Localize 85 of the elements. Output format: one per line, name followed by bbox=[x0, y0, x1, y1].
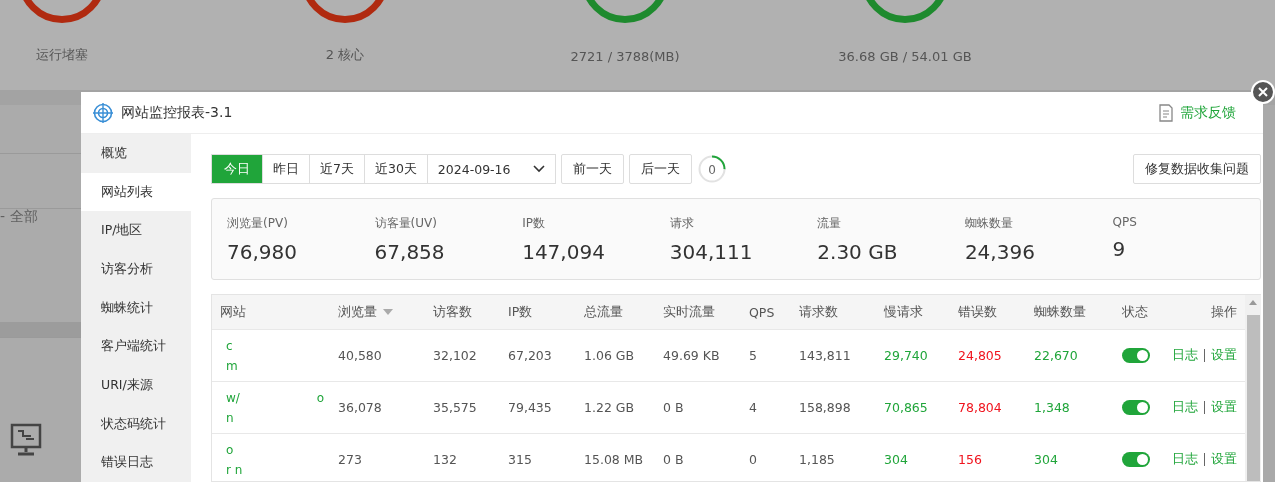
stat-label: IP数 bbox=[522, 215, 546, 232]
stat-value: 76,980 bbox=[227, 240, 298, 264]
table-cell-text: 29,740 bbox=[883, 348, 929, 364]
status-toggle[interactable] bbox=[1122, 348, 1150, 364]
sidebar-item[interactable]: IP/地区 bbox=[81, 211, 191, 250]
next-day-button[interactable]: 后一天 bbox=[628, 154, 692, 184]
sidebar-item[interactable]: 状态码统计 bbox=[81, 404, 191, 444]
table-cell-text: 5 bbox=[748, 348, 758, 364]
table-cell-text: 15.08 MB bbox=[583, 452, 645, 468]
status-toggle[interactable] bbox=[1122, 452, 1150, 468]
table-cell-text: 32,102 bbox=[432, 348, 478, 364]
sort-caret-icon[interactable] bbox=[383, 309, 393, 316]
table-cell-text: 0 B bbox=[662, 400, 685, 416]
column-header[interactable]: 网站 bbox=[212, 303, 330, 321]
dialog-title: 网站监控报表-3.1 bbox=[121, 103, 234, 122]
column-header[interactable]: 浏览量 bbox=[330, 303, 425, 321]
close-icon[interactable] bbox=[1251, 80, 1275, 104]
previous-day-button[interactable]: 前一天 bbox=[560, 154, 624, 184]
refresh-countdown[interactable]: 0 bbox=[697, 155, 726, 183]
stat-value: 24,396 bbox=[964, 240, 1036, 264]
table-cell-text: 22,670 bbox=[1033, 348, 1079, 364]
scrollbar[interactable] bbox=[1245, 295, 1261, 481]
sidebar-item[interactable]: 概览 bbox=[81, 134, 191, 173]
sidebar-item[interactable]: 访客分析 bbox=[81, 250, 191, 289]
table-cell-text: 1.06 GB bbox=[583, 348, 636, 364]
table-cell-text: 315 bbox=[507, 452, 533, 468]
gauge-label: 运行堵塞 bbox=[36, 46, 88, 64]
table-cell-text: 156 bbox=[957, 452, 983, 468]
table-cell-text: 78,804 bbox=[957, 400, 1003, 416]
stat-value: 9 bbox=[1112, 237, 1127, 261]
column-header[interactable]: 慢请求 bbox=[876, 303, 950, 321]
table-cell-text: 67,203 bbox=[507, 348, 553, 364]
stat-value: 67,858 bbox=[374, 240, 446, 264]
column-header[interactable]: 实时流量 bbox=[655, 303, 741, 321]
table-cell-text: 4 bbox=[748, 400, 758, 416]
column-header[interactable]: 操作 bbox=[1158, 303, 1245, 321]
sidebar-item[interactable]: 错误日志 bbox=[81, 443, 191, 482]
radar-logo-icon bbox=[93, 102, 113, 123]
table-cell-text: 143,811 bbox=[798, 348, 852, 364]
column-header[interactable]: 请求数 bbox=[791, 303, 876, 321]
table-cell-text: 158,898 bbox=[798, 400, 852, 416]
gauge-label: 2721 / 3788(MB) bbox=[570, 49, 680, 64]
table-cell-text: 1.22 GB bbox=[583, 400, 636, 416]
table-cell-text: 1,348 bbox=[1033, 400, 1071, 416]
table-cell-text: 49.69 KB bbox=[662, 348, 721, 364]
stat-label: 访客量(UV) bbox=[374, 215, 438, 232]
table-cell-text: 304 bbox=[883, 452, 909, 468]
table-cell-text: 304 bbox=[1033, 452, 1059, 468]
column-header[interactable]: IP数 bbox=[500, 303, 576, 321]
stat-value: 2.30 GB bbox=[817, 240, 899, 264]
table-cell-text: 273 bbox=[337, 452, 363, 468]
sidebar-item[interactable]: 客户端统计 bbox=[81, 327, 191, 367]
fix-data-button[interactable]: 修复数据收集问题 bbox=[1133, 154, 1261, 184]
table-cell-text: 24,805 bbox=[957, 348, 1003, 364]
document-edit-icon bbox=[1158, 103, 1174, 122]
table-cell-text: 0 bbox=[748, 452, 758, 468]
stat-label: QPS bbox=[1112, 215, 1138, 229]
stat-value: 304,111 bbox=[669, 240, 754, 264]
stat-label: 流量 bbox=[817, 215, 843, 232]
stat-label: 蜘蛛数量 bbox=[964, 215, 1014, 232]
table-cell-text: 0 B bbox=[662, 452, 685, 468]
table-cell-text: 40,580 bbox=[337, 348, 383, 364]
table-cell-text: 132 bbox=[432, 452, 458, 468]
column-header[interactable]: 状态 bbox=[1114, 303, 1158, 321]
column-header[interactable]: QPS bbox=[741, 304, 791, 320]
column-header[interactable]: 总流量 bbox=[576, 303, 655, 321]
column-header[interactable]: 访客数 bbox=[425, 303, 500, 321]
column-header[interactable]: 蜘蛛数量 bbox=[1026, 303, 1114, 321]
table-cell-text: 79,435 bbox=[507, 400, 553, 416]
sidebar-item[interactable]: 网站列表 bbox=[81, 172, 191, 212]
stat-label: 请求 bbox=[669, 215, 695, 232]
table-cell-text: 36,078 bbox=[337, 400, 383, 416]
table-cell-text: 35,575 bbox=[432, 400, 478, 416]
status-toggle[interactable] bbox=[1122, 400, 1150, 416]
stat-label: 浏览量(PV) bbox=[227, 215, 289, 232]
table-cell-text: 1,185 bbox=[798, 452, 836, 468]
gauge-label: 36.68 GB / 54.01 GB bbox=[838, 49, 972, 64]
table-cell-text: 70,865 bbox=[883, 400, 929, 416]
filter-label: - 全部 bbox=[0, 208, 38, 226]
sidebar-item[interactable]: URI/来源 bbox=[81, 366, 191, 405]
sidebar-item[interactable]: 蜘蛛统计 bbox=[81, 288, 191, 328]
column-header[interactable]: 错误数 bbox=[950, 303, 1026, 321]
stat-value: 147,094 bbox=[522, 240, 606, 264]
gauge-label: 2 核心 bbox=[325, 46, 365, 64]
monitor-icon[interactable] bbox=[10, 423, 42, 457]
